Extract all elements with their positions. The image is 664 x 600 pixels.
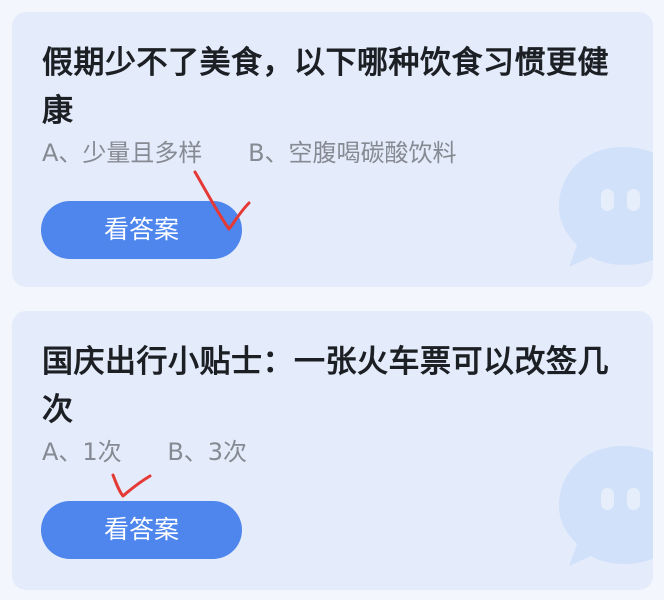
quiz-card-2: 国庆出行小贴士：一张火车票可以改签几次 A、1次 B、3次 看答案 <box>12 311 653 590</box>
option-b: B、空腹喝碳酸饮料 <box>248 139 457 167</box>
view-answer-button[interactable]: 看答案 <box>41 501 242 559</box>
option-b: B、3次 <box>167 438 248 466</box>
checkmark-icon <box>111 473 152 498</box>
question-text: 国庆出行小贴士：一张火车票可以改签几次 <box>42 344 609 428</box>
quiz-card-1: 假期少不了美食，以下哪种饮食习惯更健康 A、少量且多样 B、空腹喝碳酸饮料 看答… <box>12 12 653 287</box>
view-answer-button[interactable]: 看答案 <box>41 201 242 259</box>
answer-options: A、1次 B、3次 <box>42 435 247 469</box>
chat-bubble-icon <box>559 147 653 267</box>
chat-bubble-icon <box>559 446 653 566</box>
question-text: 假期少不了美食，以下哪种饮食习惯更健康 <box>42 45 609 129</box>
option-a: A、1次 <box>42 438 122 466</box>
answer-options: A、少量且多样 B、空腹喝碳酸饮料 <box>42 136 457 170</box>
option-a: A、少量且多样 <box>42 139 203 167</box>
